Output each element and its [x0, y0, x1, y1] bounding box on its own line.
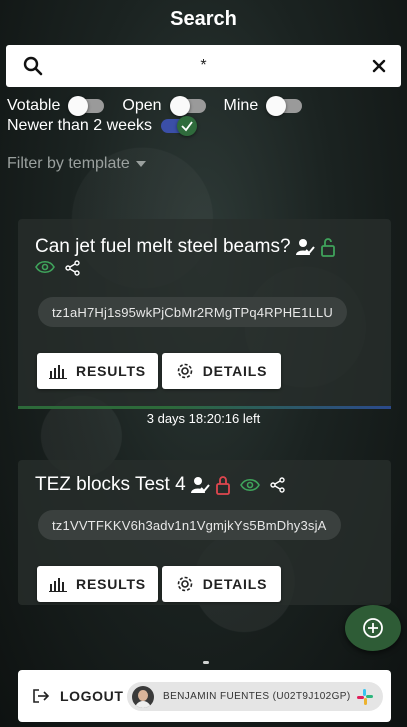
template-filter-dropdown[interactable]: Filter by template — [7, 155, 146, 173]
bar-chart-icon — [49, 365, 68, 379]
template-filter-label: Filter by template — [7, 155, 130, 172]
vote-user-icon[interactable] — [190, 475, 210, 495]
chevron-down-icon — [135, 161, 146, 167]
logout-label: LOGOUT — [60, 688, 124, 704]
toggle-mine-switch[interactable] — [266, 96, 303, 116]
results-button-label: RESULTS — [76, 363, 146, 379]
toggle-mine[interactable]: Mine — [223, 96, 303, 116]
results-button[interactable]: RESULTS — [37, 566, 158, 602]
share-icon[interactable] — [65, 260, 81, 276]
proposal-title: Can jet fuel melt steel beams? — [35, 236, 291, 257]
toggle-open-switch[interactable] — [169, 96, 206, 116]
lock-icon — [215, 476, 230, 495]
plus-circle-icon — [363, 618, 383, 638]
address-chip[interactable]: tz1VVTFKKV6h3adv1n1VgmjkYs5BmDhy3sjA — [38, 510, 341, 540]
toggle-open[interactable]: Open — [122, 96, 206, 116]
eye-icon[interactable] — [35, 260, 55, 274]
search-icon[interactable] — [23, 56, 43, 81]
proposal-card: TEZ blocks Test 4 tz1VVTFKKV6h3adv1n1Vgm… — [18, 460, 391, 605]
results-button-label: RESULTS — [76, 576, 146, 592]
user-name: BENJAMIN FUENTES (U02T9J102GP) — [163, 691, 351, 702]
gear-icon — [177, 576, 193, 592]
details-button[interactable]: DETAILS — [162, 353, 281, 389]
avatar — [132, 685, 154, 708]
toggle-open-label: Open — [122, 97, 162, 114]
slack-icon — [357, 689, 373, 705]
toggle-newer-label: Newer than 2 weeks — [7, 117, 152, 134]
user-chip[interactable]: BENJAMIN FUENTES (U02T9J102GP) — [127, 682, 383, 711]
toggle-votable-label: Votable — [7, 97, 61, 114]
bar-chart-icon — [49, 578, 68, 592]
toggle-votable-switch[interactable] — [68, 96, 105, 116]
gear-icon — [177, 363, 193, 379]
eye-icon[interactable] — [239, 478, 260, 492]
proposal-title-row: TEZ blocks Test 4 — [35, 474, 286, 496]
proposal-title-row: Can jet fuel melt steel beams? — [35, 236, 337, 258]
toggle-newer-switch[interactable] — [160, 116, 197, 136]
toggle-votable[interactable]: Votable — [7, 96, 105, 116]
details-button-label: DETAILS — [202, 576, 268, 592]
toggle-newer[interactable]: Newer than 2 weeks — [7, 116, 197, 136]
page-title: Search — [170, 8, 237, 30]
logout-button[interactable]: LOGOUT — [32, 688, 123, 704]
footer-bar: LOGOUT BENJAMIN FUENTES (U02T9J102GP) — [18, 670, 391, 722]
progress-bar — [18, 406, 391, 409]
proposal-card: Can jet fuel melt steel beams? tz1aH7Hj1… — [18, 219, 391, 409]
filter-toggles: Votable Open Mine — [7, 96, 320, 116]
details-button-label: DETAILS — [202, 363, 268, 379]
add-proposal-button[interactable] — [345, 605, 401, 651]
vote-user-icon[interactable] — [295, 237, 315, 257]
scroll-indicator — [203, 661, 209, 664]
results-button[interactable]: RESULTS — [37, 353, 158, 389]
lock-open-icon — [320, 238, 335, 257]
share-icon[interactable] — [269, 477, 286, 493]
card-actions-row — [35, 260, 81, 276]
search-bar[interactable] — [6, 45, 401, 87]
logout-icon — [33, 689, 50, 703]
details-button[interactable]: DETAILS — [162, 566, 281, 602]
address-chip[interactable]: tz1aH7Hj1s95wkPjCbMr2RMgTPq4RPHE1LLU — [38, 297, 348, 327]
toggle-mine-label: Mine — [223, 97, 259, 114]
check-icon — [181, 121, 193, 132]
proposal-title: TEZ blocks Test 4 — [35, 474, 186, 495]
search-input[interactable] — [6, 45, 401, 87]
time-left: 3 days 18:20:16 left — [146, 411, 261, 426]
close-icon[interactable] — [369, 56, 389, 81]
